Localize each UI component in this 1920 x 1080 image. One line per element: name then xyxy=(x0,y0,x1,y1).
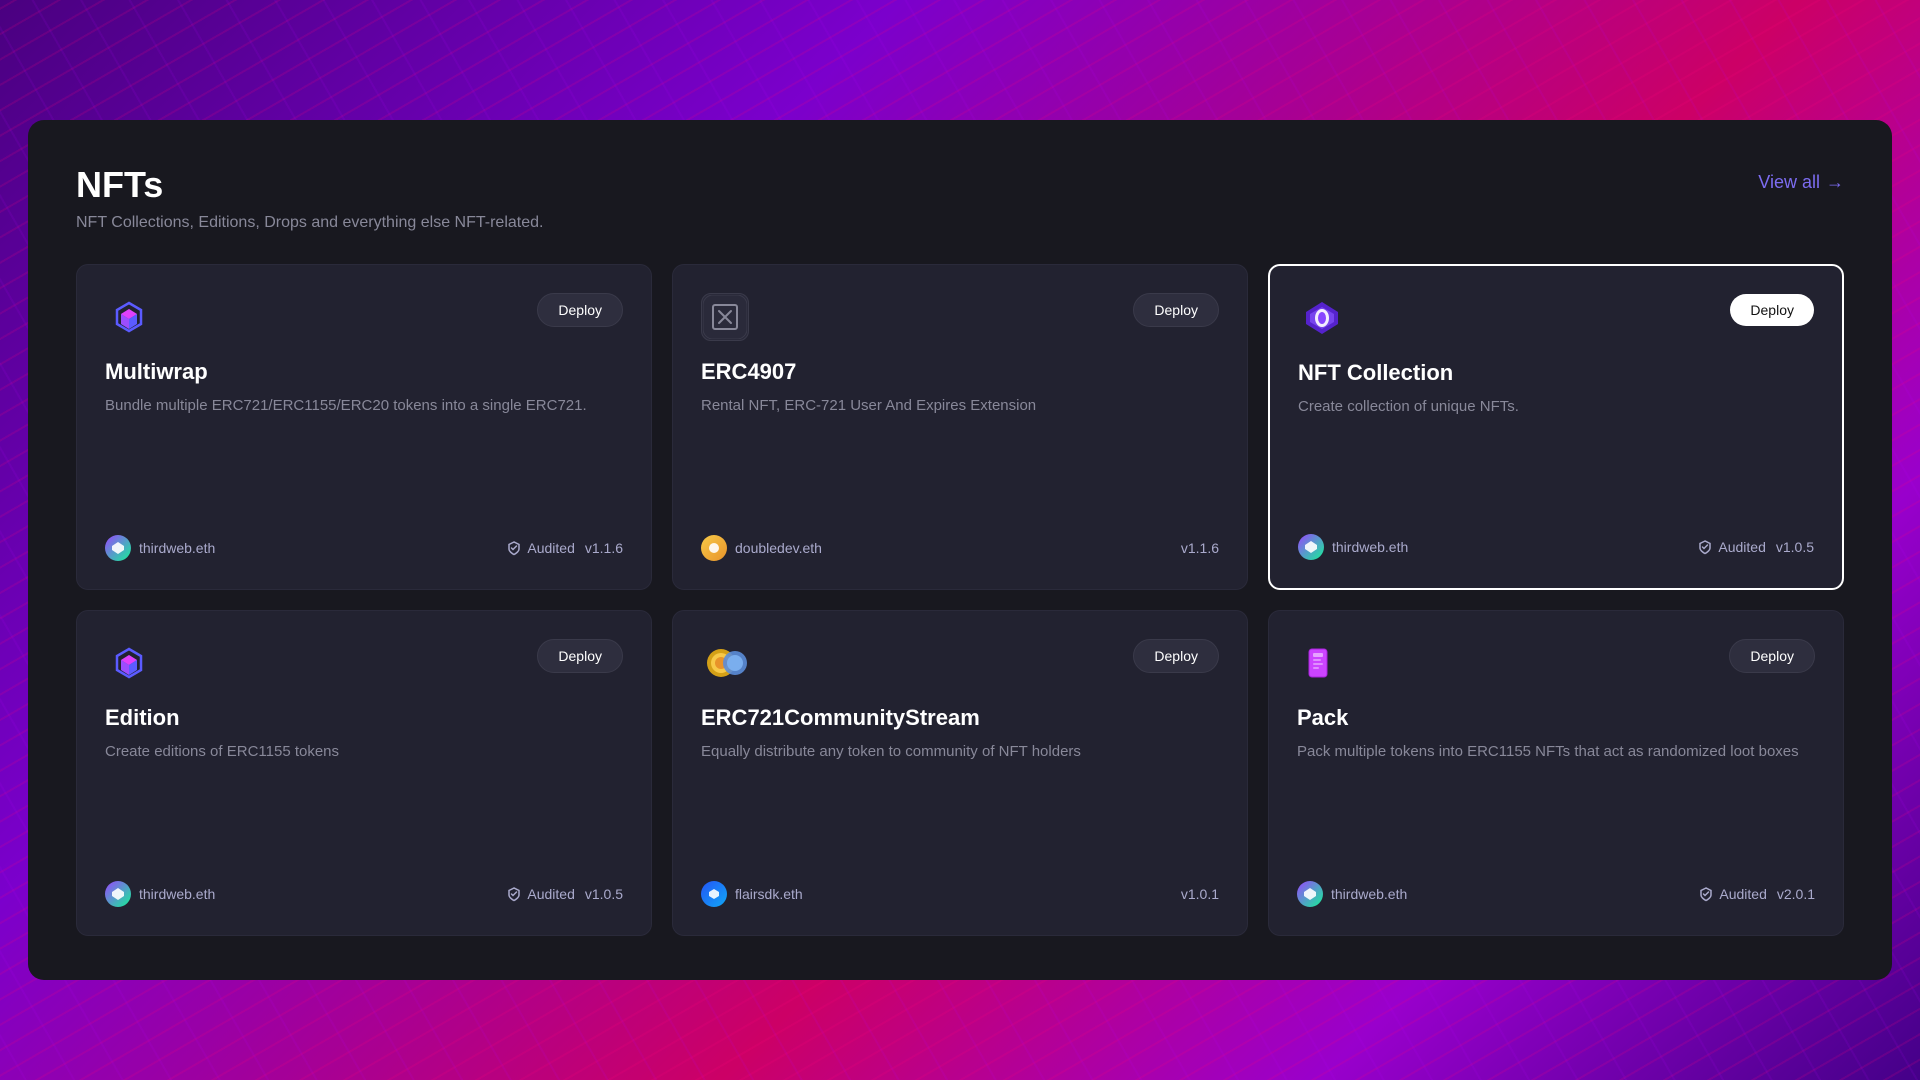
author-edition: thirdweb.eth xyxy=(105,881,215,907)
version-multiwrap: v1.1.6 xyxy=(585,540,623,556)
card-desc-multiwrap: Bundle multiple ERC721/ERC1155/ERC20 tok… xyxy=(105,395,623,418)
pack-icon xyxy=(1297,639,1345,687)
meta-multiwrap: Audited v1.1.6 xyxy=(506,540,623,556)
author-nft-collection: thirdweb.eth xyxy=(1298,534,1408,560)
multiwrap-icon xyxy=(105,293,153,341)
author-name-pack: thirdweb.eth xyxy=(1331,886,1407,902)
card-footer-erc4907: doubledev.eth v1.1.6 xyxy=(701,535,1219,561)
cards-grid: Deploy Multiwrap Bundle multiple ERC721/… xyxy=(76,264,1844,936)
audited-badge-pack: Audited xyxy=(1698,886,1766,902)
author-avatar-nft-collection xyxy=(1298,534,1324,560)
card-title-nft-collection: NFT Collection xyxy=(1298,360,1814,386)
author-avatar-erc4907 xyxy=(701,535,727,561)
author-avatar-edition xyxy=(105,881,131,907)
arrow-right-icon: → xyxy=(1826,172,1844,193)
panel-title-section: NFTs NFT Collections, Editions, Drops an… xyxy=(76,164,543,232)
meta-pack: Audited v2.0.1 xyxy=(1698,886,1815,902)
erc4907-icon xyxy=(701,293,749,341)
card-desc-nft-collection: Create collection of unique NFTs. xyxy=(1298,396,1814,419)
card-title-erc4907: ERC4907 xyxy=(701,359,1219,385)
author-name-erc4907: doubledev.eth xyxy=(735,540,822,556)
community-stream-icon xyxy=(701,639,749,687)
version-edition: v1.0.5 xyxy=(585,886,623,902)
card-edition[interactable]: Deploy Edition Create editions of ERC115… xyxy=(76,610,652,936)
author-name-edition: thirdweb.eth xyxy=(139,886,215,902)
card-title-edition: Edition xyxy=(105,705,623,731)
deploy-btn-nft-collection[interactable]: Deploy xyxy=(1730,294,1814,326)
card-desc-pack: Pack multiple tokens into ERC1155 NFTs t… xyxy=(1297,741,1815,764)
audited-badge-nft-collection: Audited xyxy=(1697,539,1765,555)
card-nft-collection[interactable]: Deploy NFT Collection Create collection … xyxy=(1268,264,1844,590)
author-multiwrap: thirdweb.eth xyxy=(105,535,215,561)
card-top-edition: Deploy xyxy=(105,639,623,687)
card-top-community-stream: Deploy xyxy=(701,639,1219,687)
author-name-community-stream: flairsdk.eth xyxy=(735,886,803,902)
card-desc-community-stream: Equally distribute any token to communit… xyxy=(701,741,1219,764)
card-top-nft-collection: Deploy xyxy=(1298,294,1814,342)
card-footer-pack: thirdweb.eth Audited v2.0.1 xyxy=(1297,881,1815,907)
version-pack: v2.0.1 xyxy=(1777,886,1815,902)
audited-text-nft-collection: Audited xyxy=(1718,539,1765,555)
audited-badge-edition: Audited xyxy=(506,886,574,902)
meta-nft-collection: Audited v1.0.5 xyxy=(1697,539,1814,555)
card-pack[interactable]: Deploy Pack Pack multiple tokens into ER… xyxy=(1268,610,1844,936)
card-footer-multiwrap: thirdweb.eth Audited v1.1.6 xyxy=(105,535,623,561)
audited-text-pack: Audited xyxy=(1719,886,1766,902)
card-desc-erc4907: Rental NFT, ERC-721 User And Expires Ext… xyxy=(701,395,1219,418)
deploy-btn-multiwrap[interactable]: Deploy xyxy=(537,293,623,327)
card-erc4907[interactable]: Deploy ERC4907 Rental NFT, ERC-721 User … xyxy=(672,264,1248,590)
card-footer-community-stream: flairsdk.eth v1.0.1 xyxy=(701,881,1219,907)
card-top-pack: Deploy xyxy=(1297,639,1815,687)
page-title: NFTs xyxy=(76,164,543,206)
card-title-pack: Pack xyxy=(1297,705,1815,731)
card-title-community-stream: ERC721CommunityStream xyxy=(701,705,1219,731)
card-multiwrap[interactable]: Deploy Multiwrap Bundle multiple ERC721/… xyxy=(76,264,652,590)
view-all-label: View all xyxy=(1758,172,1820,193)
card-footer-edition: thirdweb.eth Audited v1.0.5 xyxy=(105,881,623,907)
author-name-multiwrap: thirdweb.eth xyxy=(139,540,215,556)
deploy-btn-pack[interactable]: Deploy xyxy=(1729,639,1815,673)
card-title-multiwrap: Multiwrap xyxy=(105,359,623,385)
author-pack: thirdweb.eth xyxy=(1297,881,1407,907)
card-desc-edition: Create editions of ERC1155 tokens xyxy=(105,741,623,764)
meta-erc4907: v1.1.6 xyxy=(1181,540,1219,556)
deploy-btn-erc4907[interactable]: Deploy xyxy=(1133,293,1219,327)
meta-community-stream: v1.0.1 xyxy=(1181,886,1219,902)
card-top-erc4907: Deploy xyxy=(701,293,1219,341)
audited-text-edition: Audited xyxy=(527,886,574,902)
main-panel: NFTs NFT Collections, Editions, Drops an… xyxy=(28,120,1892,980)
version-community-stream: v1.0.1 xyxy=(1181,886,1219,902)
version-erc4907: v1.1.6 xyxy=(1181,540,1219,556)
version-nft-collection: v1.0.5 xyxy=(1776,539,1814,555)
audited-text-multiwrap: Audited xyxy=(527,540,574,556)
deploy-btn-edition[interactable]: Deploy xyxy=(537,639,623,673)
author-erc4907: doubledev.eth xyxy=(701,535,822,561)
view-all-link[interactable]: View all → xyxy=(1758,172,1844,193)
author-avatar-community-stream xyxy=(701,881,727,907)
card-footer-nft-collection: thirdweb.eth Audited v1.0.5 xyxy=(1298,534,1814,560)
audited-badge-multiwrap: Audited xyxy=(506,540,574,556)
card-community-stream[interactable]: Deploy ERC721CommunityStream Equally dis… xyxy=(672,610,1248,936)
meta-edition: Audited v1.0.5 xyxy=(506,886,623,902)
author-avatar-multiwrap xyxy=(105,535,131,561)
card-top: Deploy xyxy=(105,293,623,341)
nft-collection-icon xyxy=(1298,294,1346,342)
author-name-nft-collection: thirdweb.eth xyxy=(1332,539,1408,555)
panel-header: NFTs NFT Collections, Editions, Drops an… xyxy=(76,164,1844,232)
edition-icon xyxy=(105,639,153,687)
deploy-btn-community-stream[interactable]: Deploy xyxy=(1133,639,1219,673)
author-avatar-pack xyxy=(1297,881,1323,907)
author-community-stream: flairsdk.eth xyxy=(701,881,803,907)
page-subtitle: NFT Collections, Editions, Drops and eve… xyxy=(76,214,543,232)
